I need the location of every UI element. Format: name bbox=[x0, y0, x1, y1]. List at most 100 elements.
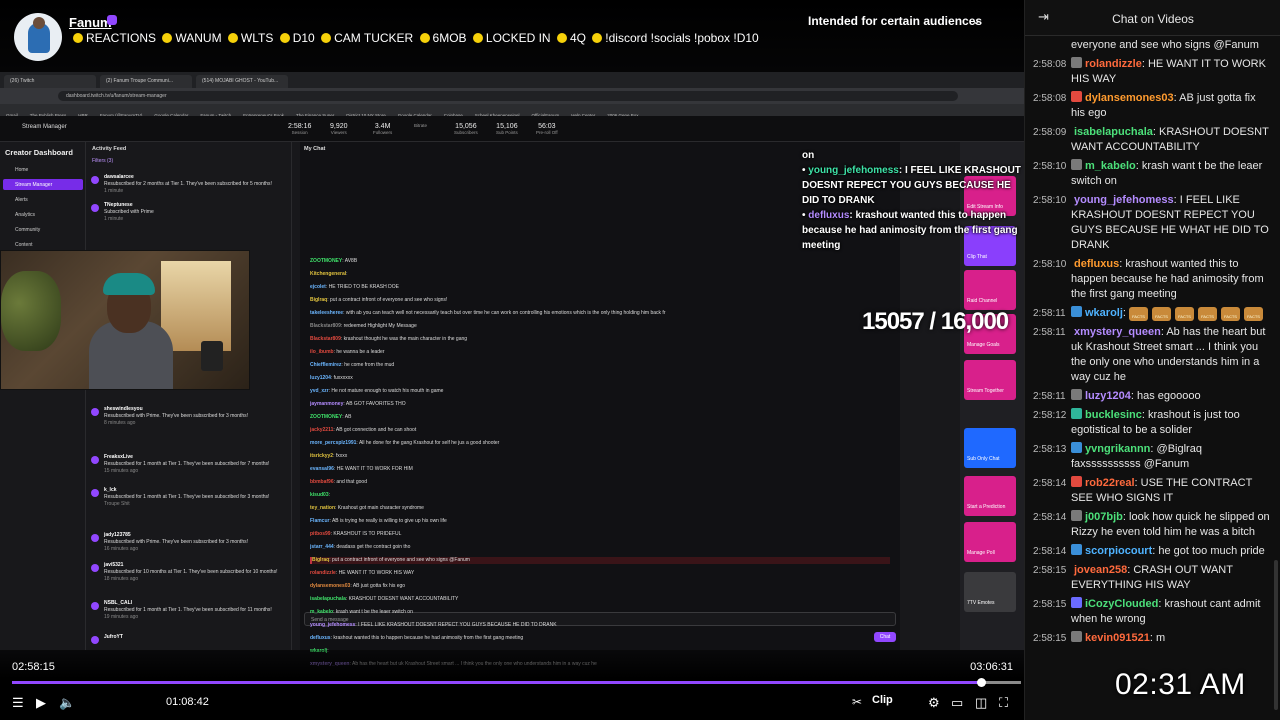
stream-chat-line: defluxus: krashout wanted this to happen… bbox=[310, 635, 524, 641]
chevron-down-icon[interactable]: ⌄ bbox=[971, 13, 981, 27]
facts-emote-icon: FACTS bbox=[1129, 307, 1149, 321]
clip-icon[interactable]: ✂ bbox=[852, 695, 862, 709]
play-icon[interactable]: ▶ bbox=[36, 695, 46, 711]
stream-chat-line: kisud03: bbox=[310, 492, 331, 498]
chat-message: 2:58:13 yvngrikannn: @Biglraq faxssssssss… bbox=[1033, 442, 1202, 470]
chat-badge-icon bbox=[1071, 306, 1082, 317]
activity-badge-icon bbox=[91, 636, 99, 644]
activity-time: 8 minutes ago bbox=[104, 420, 136, 426]
activity-text: Resubscribed with Prime. They've been su… bbox=[104, 413, 248, 419]
chat-username: kevin091521 bbox=[1085, 632, 1150, 644]
activity-user: NSBL_CALI bbox=[104, 600, 133, 606]
chat-message-list[interactable]: everyone and see who signs @Fanum 2:58:08… bbox=[1025, 36, 1280, 720]
stat-label: Sub Points bbox=[496, 130, 518, 135]
clip-button[interactable]: Clip bbox=[872, 694, 893, 706]
seek-bar-buffered bbox=[981, 681, 1021, 684]
chat-text: has egooooo bbox=[1137, 390, 1201, 402]
activity-feed-title: Activity Feed bbox=[92, 146, 127, 152]
seek-bar-played bbox=[12, 681, 981, 684]
stream-title: REACTIONS WANUM WLTS D10 CAM TUCKER 6MOB… bbox=[70, 31, 759, 45]
yellow-dot-icon bbox=[321, 33, 332, 43]
stream-chat-user: takeleesheree bbox=[310, 310, 344, 316]
chat-timestamp: 2:58:14 bbox=[1033, 512, 1067, 523]
stream-chat-text: krashout thought he was the main charact… bbox=[343, 336, 468, 342]
activity-badge-icon bbox=[91, 489, 99, 497]
activity-user: dawsalarcee bbox=[104, 174, 134, 180]
chat-timestamp: 2:58:11 bbox=[1033, 308, 1066, 319]
theater-mode-icon[interactable]: ▭ bbox=[951, 695, 963, 711]
volume-icon[interactable]: 🔈 bbox=[59, 695, 75, 711]
stream-chat-text: AB bbox=[344, 414, 352, 420]
chat-badge-icon bbox=[1071, 597, 1082, 608]
chat-username: isabelapuchala bbox=[1074, 126, 1153, 138]
stream-chat-text: krash want t be the leaer switch on bbox=[335, 609, 413, 615]
chat-message: 2:58:14 scorpiocourt: he got too much pri… bbox=[1033, 544, 1265, 557]
stream-chat-user: bbmbaf96 bbox=[310, 479, 334, 485]
settings-gear-icon[interactable]: ⚙ bbox=[928, 695, 940, 711]
stream-chat-line: itsrickyy2: fxxxx bbox=[310, 453, 348, 459]
stream-chat-line: luzy1204: fuxxxxxx bbox=[310, 375, 353, 381]
yellow-dot-icon bbox=[592, 33, 603, 43]
stream-chat-user: jacky2211 bbox=[310, 427, 334, 433]
stream-stat: 2:58:16 Session bbox=[288, 123, 311, 135]
stream-chat-line: more_percsplz1991: All he done for the g… bbox=[310, 440, 500, 446]
stream-chat-user: defluxus bbox=[310, 635, 331, 641]
player-controls: 02:58:15 03:06:31 ☰ ▶ 🔈 01:08:42 ✂ Clip … bbox=[0, 650, 1024, 720]
activity-text: Resubscribed for 1 month at Tier 1. They… bbox=[104, 607, 272, 613]
chapters-icon[interactable]: ☰ bbox=[12, 695, 24, 711]
audience-notice[interactable]: Intended for certain audiences bbox=[808, 14, 982, 28]
chat-badge-icon bbox=[1071, 408, 1082, 419]
stream-chat-text: All he done for the gang Krashout for se… bbox=[358, 440, 500, 446]
stat-value: 3.4M bbox=[374, 123, 391, 130]
activity-item: javi5321 Resubscribed for 10 months at Ti… bbox=[104, 562, 284, 583]
stat-value: 2:58:16 bbox=[288, 123, 312, 130]
chat-badge-icon bbox=[1071, 544, 1082, 555]
video-top-bar: Fanum REACTIONS WANUM WLTS D10 CAM TUCKE… bbox=[0, 0, 1024, 72]
seek-bar-handle[interactable] bbox=[977, 678, 986, 687]
chat-username: dylansemones03 bbox=[1085, 92, 1174, 104]
chat-badge-icon bbox=[1071, 510, 1082, 521]
stat-value: 15,056 bbox=[455, 123, 477, 130]
stream-chat-text: AB GOT FAVORITES THO bbox=[345, 401, 406, 407]
stream-chat-line: Blackstar809: krashout thought he was th… bbox=[310, 336, 468, 342]
activity-feed: Activity Feed Filters (3) dawsalarcee Res… bbox=[86, 142, 292, 650]
stream-chat-text: AB just gotta fix his ego bbox=[352, 583, 406, 589]
stream-chat-user: more_percsplz1991 bbox=[310, 440, 357, 446]
stream-chat-line: bbmbaf96: and that good bbox=[310, 479, 367, 485]
activity-item: FreaksxLive Resubscribed for 1 month at T… bbox=[104, 454, 284, 475]
stream-chat-line: rolandizzle: HE WANT IT TO WORK HIS WAY bbox=[310, 570, 415, 576]
chat-badge-icon bbox=[1071, 476, 1082, 487]
chat-timestamp: 2:58:15 bbox=[1033, 565, 1067, 576]
title-segment: 4Q bbox=[569, 31, 586, 45]
chat-timestamp: 2:58:10 bbox=[1033, 161, 1067, 172]
channel-avatar[interactable] bbox=[14, 13, 62, 61]
activity-text: Resubscribed for 10 months at Tier 1. Th… bbox=[104, 569, 278, 575]
chat-scrollbar[interactable] bbox=[1274, 560, 1278, 710]
stream-chat-user: Blackstar809 bbox=[310, 323, 341, 329]
stream-chat-line: pitbos99: KRASHOUT IS TO PRIDEFUL bbox=[310, 531, 402, 537]
browser-tab: (2) Fanum Troupe Communi... bbox=[100, 75, 192, 88]
video-player[interactable]: Fanum REACTIONS WANUM WLTS D10 CAM TUCKE… bbox=[0, 0, 1024, 720]
quick-action-tile: Manage Poll bbox=[964, 522, 1016, 562]
my-chat-title: My Chat bbox=[304, 146, 326, 152]
stream-chat-user: luzy1204 bbox=[310, 375, 331, 381]
yellow-dot-icon bbox=[279, 33, 290, 43]
stream-chat-line: ejcolet: HE TRIED TO BE KRASH DOE bbox=[310, 284, 399, 290]
stream-chat-user: isabelapuchala bbox=[310, 596, 346, 602]
activity-time: 16 minutes ago bbox=[104, 546, 139, 552]
seek-bar[interactable] bbox=[12, 678, 1021, 687]
creator-nav-item: Alerts bbox=[15, 197, 28, 203]
quick-action-tile: Stream Together bbox=[964, 360, 1016, 400]
fullscreen-icon[interactable]: ⛶ bbox=[999, 695, 1008, 711]
stream-chat-line: evansal96: HE WANT IT TO WORK FOR HIM bbox=[310, 466, 413, 472]
sidebar-toggle-icon[interactable]: ◫ bbox=[975, 695, 987, 711]
stream-chat-text: deadass get the contract goin tho bbox=[336, 544, 411, 550]
stream-stat: 15,106 Sub Points bbox=[496, 123, 518, 135]
channel-name[interactable]: Fanum bbox=[69, 15, 112, 30]
stat-value: 56:03 bbox=[538, 123, 556, 130]
stream-chat-user: m_kabelo bbox=[310, 609, 334, 615]
stream-chat-line: Blackstar809: redeemed Highlight My Mess… bbox=[310, 323, 417, 329]
chat-message: 2:58:10 m_kabelo: krash want t be the lea… bbox=[1033, 159, 1263, 187]
stream-stat: 15,056 Subscribers bbox=[454, 123, 478, 135]
stream-chat-line: ilo_ibumb: he wanna be a leader bbox=[310, 349, 385, 355]
